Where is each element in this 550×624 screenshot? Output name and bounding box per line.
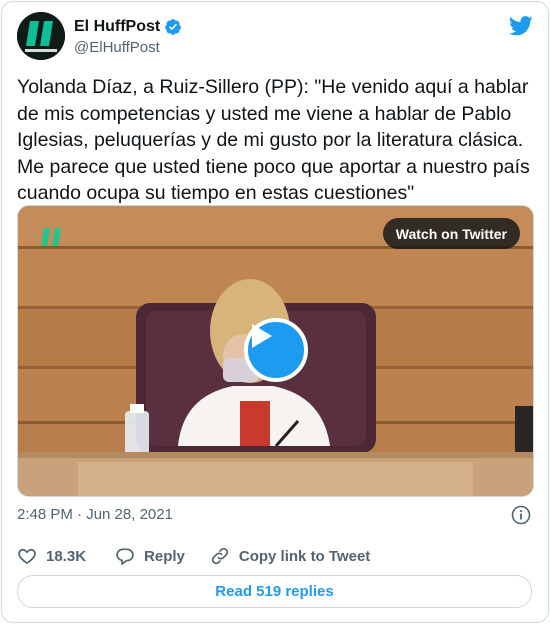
heart-icon — [18, 548, 36, 565]
tweet-timestamp[interactable]: 2:48 PM · Jun 28, 2021 — [17, 506, 173, 523]
play-button[interactable] — [244, 318, 308, 382]
reply-button[interactable]: Reply — [115, 546, 185, 566]
like-count: 18.3K — [46, 547, 87, 565]
reply-icon — [116, 548, 134, 566]
twitter-bird-icon[interactable] — [509, 16, 533, 36]
video-player[interactable]: Watch on Twitter — [17, 205, 534, 497]
read-replies-button[interactable]: Read 519 replies — [17, 575, 532, 608]
author-handle[interactable]: @ElHuffPost — [74, 39, 160, 56]
tweet-actions: 18.3K Reply Copy link to Tweet — [17, 545, 370, 567]
huffpost-logo-icon — [17, 12, 65, 60]
info-icon[interactable] — [511, 505, 531, 525]
author-name[interactable]: El HuffPost — [74, 18, 160, 36]
copy-link-label: Copy link to Tweet — [238, 547, 371, 565]
verified-badge-icon — [165, 19, 182, 35]
watch-on-twitter-button[interactable]: Watch on Twitter — [382, 218, 520, 249]
avatar[interactable] — [17, 12, 65, 60]
link-icon — [211, 547, 228, 565]
like-button[interactable]: 18.3K — [17, 546, 86, 566]
copy-link-button[interactable]: Copy link to Tweet — [210, 546, 370, 566]
reply-label: Reply — [144, 547, 185, 565]
author-name-row[interactable]: El HuffPost — [74, 17, 182, 37]
tweet-text: Yolanda Díaz, a Ruiz-Sillero (PP): "He v… — [17, 76, 530, 204]
play-icon — [252, 324, 272, 348]
